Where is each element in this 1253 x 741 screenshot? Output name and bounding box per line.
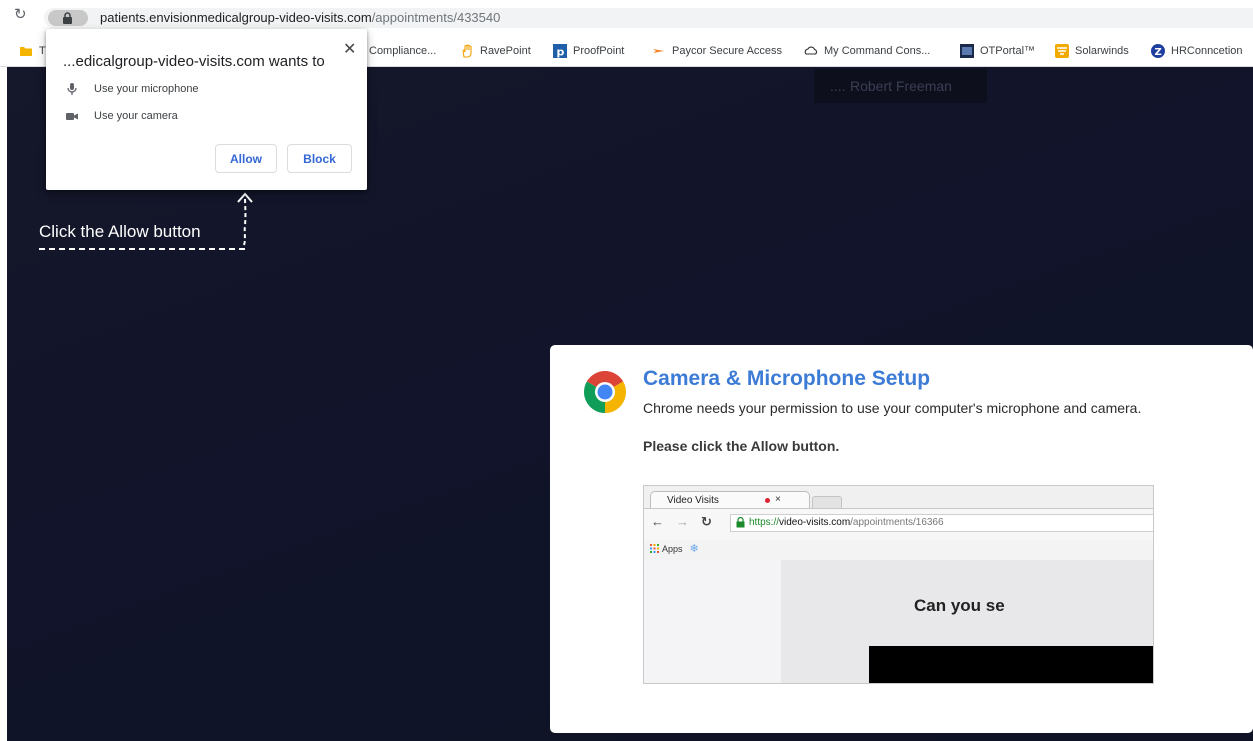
camera-icon: [65, 109, 79, 123]
example-bookmarks-bar: Apps ❄: [644, 540, 1153, 560]
allow-button[interactable]: Allow: [215, 144, 277, 173]
example-tab-close-icon: ×: [775, 494, 781, 505]
chrome-logo-icon: [583, 371, 627, 413]
bookmark-paycor[interactable]: Paycor Secure Access: [652, 43, 782, 59]
example-content-text: Can you se: [914, 596, 1005, 615]
close-icon[interactable]: ✕: [343, 39, 356, 59]
example-forward-icon: →: [676, 514, 689, 529]
dashed-arrow-icon: [237, 192, 253, 246]
url-path: /appointments/433540: [371, 10, 501, 25]
reload-icon[interactable]: ↻: [14, 5, 27, 23]
hrconnection-icon: Z: [1151, 44, 1165, 58]
bookmark-label: My Command Cons...: [824, 45, 931, 57]
microphone-icon: [65, 82, 79, 96]
otportal-icon: [960, 44, 974, 58]
permission-label: Use your camera: [94, 110, 178, 122]
bookmark-otportal[interactable]: OTPortal™: [960, 43, 1035, 59]
setup-description: Chrome needs your permission to use your…: [643, 400, 1142, 416]
bookmark-compliance[interactable]: Compliance...: [369, 43, 436, 59]
example-url-domain: video-visits.com: [779, 517, 851, 528]
example-reload-icon: ↻: [701, 514, 712, 529]
bookmark-command-console[interactable]: My Command Cons...: [804, 43, 930, 59]
example-tab-strip: Video Visits ×: [644, 486, 1153, 509]
example-lock-icon: [736, 517, 745, 528]
folder-icon: [19, 44, 33, 58]
bookmark-label: HRConncetion: [1171, 45, 1243, 57]
example-apps: Apps ❄: [650, 542, 699, 555]
bookmark-hrconnection[interactable]: Z HRConncetion: [1151, 43, 1243, 59]
bookmark-label: Paycor Secure Access: [672, 45, 783, 57]
example-back-icon: ←: [651, 514, 664, 529]
example-toolbar: ← → ↻ https://video-visits.com/appointme…: [644, 508, 1153, 540]
bookmark-ravepoint[interactable]: RavePoint: [460, 43, 531, 59]
url-text: patients.envisionmedicalgroup-video-visi…: [100, 10, 500, 26]
example-apps-label: Apps: [662, 543, 683, 554]
allow-hint-text: Click the Allow button: [39, 222, 201, 241]
participant-name: Robert Freeman: [850, 78, 952, 94]
bookmark-proofpoint[interactable]: p ProofPoint: [553, 43, 624, 59]
participant-status-dots: ....: [830, 78, 846, 94]
setup-instruction: Please click the Allow button.: [643, 438, 840, 454]
example-browser-screenshot: Video Visits × ← → ↻ https://video-visit…: [643, 485, 1154, 684]
example-sidebar: [644, 560, 781, 683]
camera-setup-card: Camera & Microphone Setup Chrome needs y…: [550, 345, 1253, 733]
permission-label: Use your microphone: [94, 83, 199, 95]
svg-text:p: p: [557, 46, 565, 59]
solarwinds-icon: [1055, 44, 1069, 58]
setup-title: Camera & Microphone Setup: [643, 367, 931, 390]
bookmark-label: Compliance...: [369, 45, 437, 57]
url-host: patients.envisionmedicalgroup-video-visi…: [100, 10, 372, 25]
permission-microphone: Use your microphone: [65, 81, 199, 97]
example-tab: Video Visits ×: [650, 491, 810, 509]
bookmark-label: T: [39, 45, 46, 57]
example-page-content: Can you se: [644, 560, 1153, 683]
example-address-bar: https://video-visits.com/appointments/16…: [730, 514, 1153, 532]
permission-camera: Use your camera: [65, 108, 178, 124]
bookmark-solarwinds[interactable]: Solarwinds: [1055, 43, 1129, 59]
participant-name-badge: .... Robert Freeman: [814, 69, 987, 103]
lock-icon: [63, 12, 72, 24]
example-url-path: /appointments/16366: [850, 517, 944, 528]
snowflake-icon: ❄: [689, 543, 699, 555]
permission-title: ...edicalgroup-video-visits.com wants to: [63, 53, 325, 70]
example-url: https://video-visits.com/appointments/16…: [749, 515, 944, 531]
bookmark-label: Solarwinds: [1075, 45, 1129, 57]
apps-grid-icon: [650, 544, 659, 553]
hint-underline: [39, 248, 247, 250]
proofpoint-icon: p: [553, 44, 567, 58]
example-video-preview: [869, 646, 1153, 683]
bookmark-label: OTPortal™: [980, 45, 1036, 57]
svg-text:Z: Z: [1155, 47, 1162, 58]
block-button[interactable]: Block: [287, 144, 352, 173]
site-info-button[interactable]: [48, 10, 88, 26]
bookmark-folder[interactable]: T: [19, 43, 46, 59]
hand-icon: [460, 44, 474, 58]
recording-dot-icon: [765, 498, 770, 503]
permission-popup: ...edicalgroup-video-visits.com wants to…: [46, 29, 367, 190]
example-url-scheme: https://: [749, 517, 780, 528]
cloud-icon: [804, 44, 818, 58]
example-tab-label: Video Visits: [667, 495, 719, 506]
bookmark-label: RavePoint: [480, 45, 531, 57]
paycor-icon: [652, 44, 666, 58]
bookmark-label: ProofPoint: [573, 45, 625, 57]
address-bar[interactable]: patients.envisionmedicalgroup-video-visi…: [44, 8, 1253, 28]
